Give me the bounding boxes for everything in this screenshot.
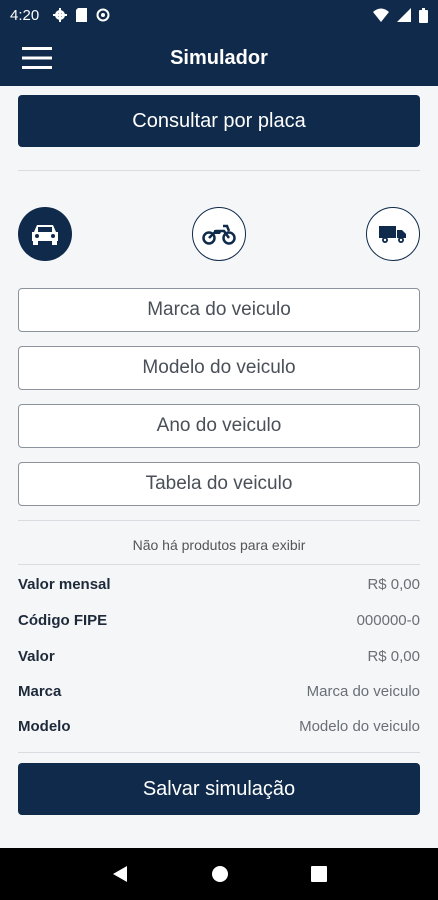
signal-icon xyxy=(397,8,411,22)
home-icon[interactable] xyxy=(211,865,229,883)
vehicle-type-motorcycle-button[interactable] xyxy=(192,207,246,261)
save-simulation-button[interactable]: Salvar simulação xyxy=(18,763,420,815)
summary-row-fipe-code: Código FIPE 000000-0 xyxy=(18,612,420,629)
empty-products-message: Não há produtos para exibir xyxy=(132,537,306,553)
summary-row-brand: Marca Marca do veiculo xyxy=(18,683,420,700)
menu-button[interactable] xyxy=(8,30,66,86)
summary-value: R$ 0,00 xyxy=(367,576,420,593)
summary-row-model: Modelo Modelo do veiculo xyxy=(18,718,420,735)
summary-value: Modelo do veiculo xyxy=(299,718,420,735)
vehicle-type-truck-button[interactable] xyxy=(366,207,420,261)
motorcycle-icon xyxy=(202,224,236,245)
table-select[interactable]: Tabela do veiculo xyxy=(18,462,420,506)
divider xyxy=(18,170,420,171)
truck-icon xyxy=(379,226,406,243)
status-time: 4:20 xyxy=(10,6,40,24)
divider xyxy=(18,520,420,521)
summary-row-monthly: Valor mensal R$ 0,00 xyxy=(18,576,420,593)
app-bar: Simulador xyxy=(0,30,438,86)
summary-label: Marca xyxy=(18,683,62,700)
brand-select[interactable]: Marca do veiculo xyxy=(18,288,420,332)
year-select[interactable]: Ano do veiculo xyxy=(18,404,420,448)
battery-icon xyxy=(419,7,428,23)
summary-value: R$ 0,00 xyxy=(367,648,420,665)
wifi-icon xyxy=(373,8,389,22)
summary-label: Valor xyxy=(18,648,55,665)
divider xyxy=(18,752,420,753)
summary-label: Código FIPE xyxy=(18,612,108,629)
divider xyxy=(18,564,420,565)
sim-card-icon xyxy=(76,8,88,22)
vehicle-type-car-button[interactable] xyxy=(18,207,72,261)
settings-gear-icon xyxy=(53,8,68,22)
summary-row-value: Valor R$ 0,00 xyxy=(18,648,420,665)
simulator-content: Consultar por placa Marca do veiculo Mod… xyxy=(0,86,438,848)
car-icon xyxy=(32,225,58,245)
system-navigation-bar xyxy=(0,848,438,900)
summary-label: Modelo xyxy=(18,718,71,735)
consult-by-plate-button[interactable]: Consultar por placa xyxy=(18,95,420,147)
summary-value: Marca do veiculo xyxy=(306,683,420,700)
summary-value: 000000-0 xyxy=(356,612,420,629)
status-bar: 4:20 xyxy=(0,0,438,30)
summary-label: Valor mensal xyxy=(18,576,111,593)
data-saver-icon xyxy=(96,8,110,22)
back-icon[interactable] xyxy=(111,865,129,883)
hamburger-menu-icon xyxy=(22,47,52,69)
model-select[interactable]: Modelo do veiculo xyxy=(18,346,420,390)
recents-icon[interactable] xyxy=(311,866,327,882)
